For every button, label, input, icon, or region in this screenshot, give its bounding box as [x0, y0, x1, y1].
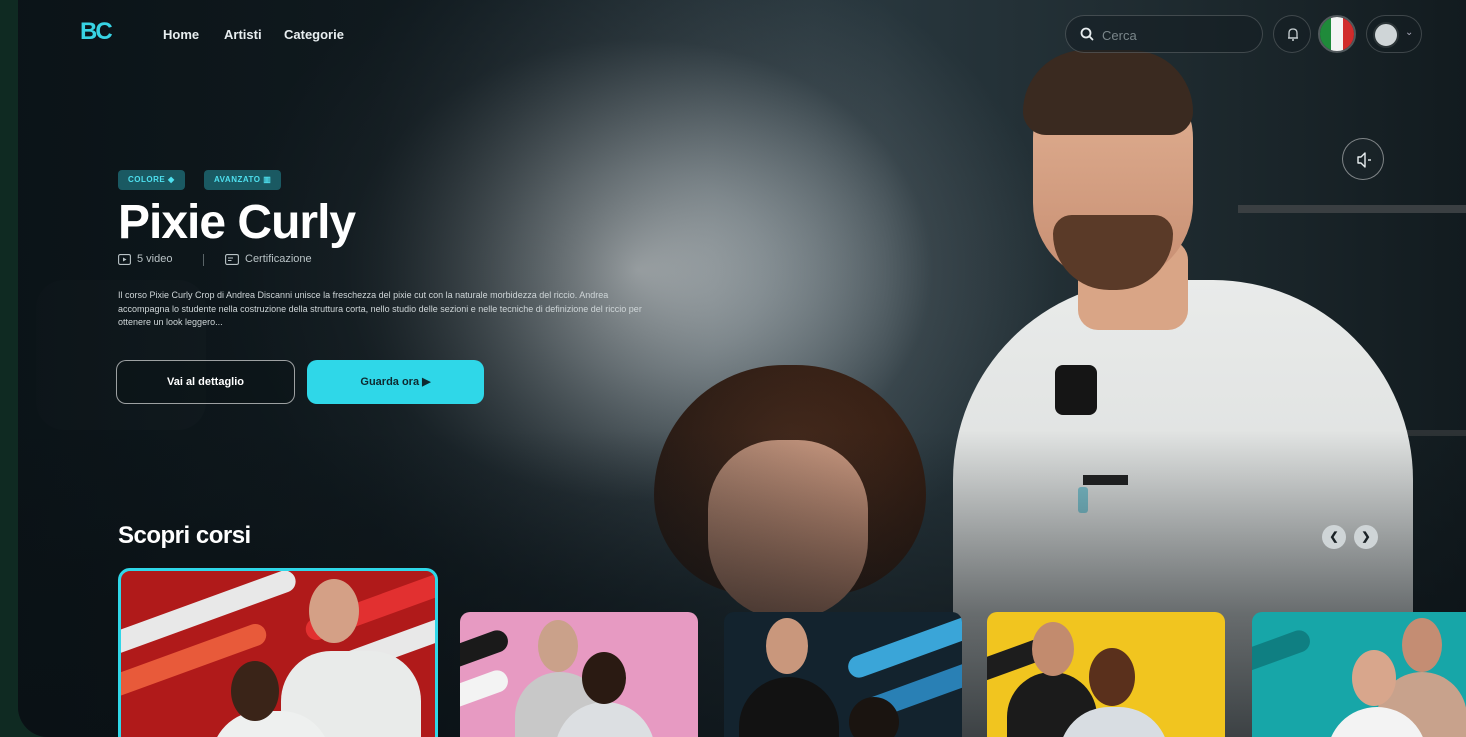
chevron-left-icon: ❮ — [1329, 531, 1339, 543]
card-stripe — [460, 627, 512, 679]
video-count: 5 video — [118, 253, 172, 265]
user-menu-button[interactable]: ⌄ — [1366, 15, 1422, 53]
nav-link-artisti[interactable]: Artisti — [224, 27, 262, 42]
language-flag-it[interactable] — [1318, 15, 1356, 53]
course-card[interactable] — [460, 612, 698, 737]
course-card[interactable] — [1252, 612, 1466, 737]
course-title: Pixie Curly — [118, 196, 356, 249]
course-card[interactable] — [987, 612, 1225, 737]
card-person-head — [1402, 618, 1442, 672]
flag-white — [1331, 17, 1343, 51]
user-avatar — [1373, 22, 1399, 48]
card-stripe — [1252, 627, 1314, 679]
card-person — [739, 677, 839, 737]
carousel-title: Scopri corsi — [118, 522, 251, 549]
watch-now-label: Guarda ora — [360, 376, 420, 388]
speaker-icon — [1357, 152, 1371, 168]
play-icon: ▶ — [422, 376, 431, 388]
search-input[interactable] — [1102, 25, 1252, 45]
chevron-right-icon: ❯ — [1361, 531, 1371, 543]
certificate-icon — [225, 253, 239, 265]
chevron-down-icon: ⌄ — [1405, 27, 1414, 38]
watch-now-button[interactable]: Guarda ora ▶ — [307, 360, 484, 404]
tag-avanzato[interactable]: AVANZATO ▥ — [204, 170, 282, 190]
card-person-head — [1089, 648, 1135, 706]
top-navbar: BC Home Artisti Categorie ⌄ — [18, 0, 1466, 70]
mute-toggle-button[interactable] — [1342, 138, 1384, 180]
card-person-head — [1352, 650, 1396, 706]
bell-icon — [1288, 28, 1298, 41]
brand-logo[interactable]: BC — [80, 18, 113, 46]
nav-link-home[interactable]: Home — [163, 27, 199, 42]
meta-divider — [203, 254, 204, 266]
card-stripe — [460, 667, 512, 719]
card-person-head — [538, 620, 578, 672]
card-person-head — [582, 652, 626, 704]
palette-icon: ◆ — [167, 175, 175, 184]
carousel-next-button[interactable]: ❯ — [1354, 525, 1378, 549]
video-count-label: 5 video — [137, 253, 173, 265]
tag-colore[interactable]: COLORE ◆ — [118, 170, 185, 190]
course-card[interactable] — [118, 568, 438, 737]
search-box[interactable] — [1065, 15, 1263, 53]
detail-button[interactable]: Vai al dettaglio — [116, 360, 295, 404]
card-person-head — [231, 661, 279, 721]
certification-info: Certificazione — [225, 253, 312, 265]
search-icon — [1080, 27, 1094, 41]
course-card[interactable] — [724, 612, 962, 737]
card-person-head — [1032, 622, 1074, 676]
card-person-head — [766, 618, 808, 674]
certification-label: Certificazione — [245, 253, 312, 265]
video-icon — [118, 253, 131, 265]
carousel-prev-button[interactable]: ❮ — [1322, 525, 1346, 549]
level-icon: ▥ — [263, 175, 272, 184]
course-description: Il corso Pixie Curly Crop di Andrea Disc… — [118, 290, 642, 327]
flag-red — [1342, 17, 1354, 51]
tag-label: COLORE — [128, 175, 166, 184]
app-frame: BC Home Artisti Categorie ⌄ — [18, 0, 1466, 737]
flag-green — [1320, 17, 1332, 51]
tag-label: AVANZATO — [214, 175, 261, 184]
nav-link-categorie[interactable]: Categorie — [284, 27, 344, 42]
card-person-head — [309, 579, 359, 643]
notifications-button[interactable] — [1273, 15, 1311, 53]
